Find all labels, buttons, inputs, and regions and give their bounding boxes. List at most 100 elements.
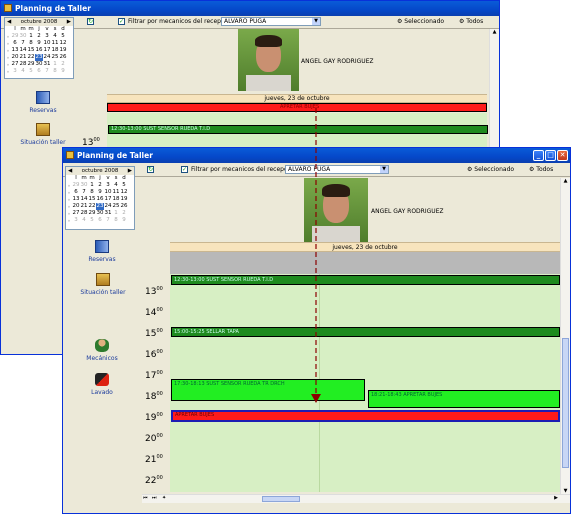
calendar-day[interactable]: 19 xyxy=(59,47,67,54)
calendar-day[interactable]: 12 xyxy=(120,189,128,196)
back-sidebar-reservas[interactable]: Reservas xyxy=(23,91,63,114)
calendar-day[interactable]: 8 xyxy=(112,217,120,224)
calendar-day[interactable]: 24 xyxy=(104,203,112,210)
front-event-sust-sensor-tr[interactable]: 17:30-18:13 SUST SENSOR RUEDA TR DRCH xyxy=(171,379,365,401)
calendar-day[interactable]: 29 xyxy=(11,33,19,40)
calendar-day[interactable]: 2 xyxy=(35,33,43,40)
calendar-day[interactable]: 30 xyxy=(96,210,104,217)
calendar-day[interactable]: 25 xyxy=(112,203,120,210)
calendar-day[interactable]: 1 xyxy=(27,33,35,40)
front-event-apretar-green[interactable]: 18:21-18:43 APRETAR BUJES xyxy=(368,390,560,408)
calendar-day[interactable]: 25 xyxy=(51,54,59,61)
front-filter-select[interactable]: ALVARO PUGA ▼ xyxy=(285,165,389,174)
calendar-day[interactable]: 7 xyxy=(19,40,27,47)
calendar-day[interactable]: 14 xyxy=(19,47,27,54)
calendar-day[interactable]: 5 xyxy=(88,217,96,224)
back-calendar[interactable]: ◀ octubre 2008 ▶ lmmjvsd » 29 30 1 2 3 4 5 » 6 7 8… xyxy=(4,17,74,79)
front-calendar-grid[interactable]: lmmjvsd » 29 30 1 2 3 4 5 » 6 7 8 9 10 11 12 » 13 14 15 16… xyxy=(66,175,134,224)
calendar-day[interactable]: 17 xyxy=(43,47,51,54)
calendar-day-selected[interactable]: 23 xyxy=(96,203,104,210)
back-event-sust-sensor[interactable]: 12:30-13:00 SUST SENSOR RUEDA T.I.D xyxy=(108,125,488,134)
scroll-right-icon[interactable]: ▶ xyxy=(554,495,558,501)
calendar-day[interactable]: 3 xyxy=(72,217,80,224)
calendar-day[interactable]: 29 xyxy=(88,210,96,217)
calendar-day[interactable]: 22 xyxy=(88,203,96,210)
front-all-button[interactable]: ⚙ Todos xyxy=(529,166,553,173)
first-page-icon[interactable]: ⏮ xyxy=(143,495,148,501)
next-month-icon[interactable]: ▶ xyxy=(128,167,132,175)
calendar-day[interactable]: 2 xyxy=(120,210,128,217)
calendar-day[interactable]: 8 xyxy=(27,40,35,47)
hscroll-thumb[interactable] xyxy=(262,496,300,502)
calendar-day[interactable]: 4 xyxy=(19,68,27,75)
calendar-day[interactable]: 8 xyxy=(51,68,59,75)
calendar-day[interactable]: 17 xyxy=(104,196,112,203)
refresh-icon[interactable]: ↻ xyxy=(147,166,154,173)
calendar-day[interactable]: 30 xyxy=(35,61,43,68)
calendar-day[interactable]: 4 xyxy=(80,217,88,224)
calendar-day[interactable]: 20 xyxy=(72,203,80,210)
vscroll-thumb[interactable] xyxy=(562,338,569,468)
calendar-day[interactable]: 30 xyxy=(80,182,88,189)
calendar-day[interactable]: 13 xyxy=(11,47,19,54)
calendar-day[interactable]: 9 xyxy=(59,68,67,75)
calendar-day[interactable]: 29 xyxy=(27,61,35,68)
calendar-day[interactable]: 7 xyxy=(80,189,88,196)
calendar-day[interactable]: 26 xyxy=(59,54,67,61)
calendar-day[interactable]: 10 xyxy=(43,40,51,47)
calendar-day[interactable]: 28 xyxy=(80,210,88,217)
front-selected-button[interactable]: ⚙ Seleccionado xyxy=(467,166,514,173)
minimize-button[interactable]: _ xyxy=(533,150,544,161)
calendar-day[interactable]: 22 xyxy=(27,54,35,61)
front-vscrollbar[interactable]: ▲ ▼ xyxy=(560,178,570,494)
maximize-button[interactable]: □ xyxy=(545,150,556,161)
calendar-day[interactable]: 12 xyxy=(59,40,67,47)
calendar-day[interactable]: 11 xyxy=(112,189,120,196)
back-filter-checkbox[interactable]: ✓ xyxy=(118,18,125,25)
calendar-day[interactable]: 7 xyxy=(104,217,112,224)
calendar-day[interactable]: 24 xyxy=(43,54,51,61)
calendar-day[interactable]: 6 xyxy=(72,189,80,196)
calendar-day[interactable]: 26 xyxy=(120,203,128,210)
prev-page-icon[interactable]: ⏭ xyxy=(152,495,157,501)
back-filter-select[interactable]: ALVARO PUGA ▼ xyxy=(221,17,321,26)
calendar-day[interactable]: 2 xyxy=(59,61,67,68)
calendar-day[interactable]: 9 xyxy=(96,189,104,196)
back-all-button[interactable]: ⚙ Todos xyxy=(459,18,483,25)
calendar-day[interactable]: 16 xyxy=(96,196,104,203)
calendar-day[interactable]: 21 xyxy=(19,54,27,61)
front-filter-checkbox[interactable]: ✓ xyxy=(181,166,188,173)
calendar-day[interactable]: 28 xyxy=(19,61,27,68)
calendar-day[interactable]: 15 xyxy=(88,196,96,203)
front-sidebar-situacion[interactable]: Situación taller xyxy=(75,273,131,296)
back-event-apretar-red[interactable]: APRETAR BUJES xyxy=(107,103,487,112)
back-selected-button[interactable]: ⚙ Seleccionado xyxy=(397,18,444,25)
back-sidebar-situacion[interactable]: Situación taller xyxy=(15,123,71,146)
calendar-day[interactable]: 15 xyxy=(27,47,35,54)
add-icon[interactable]: ✦ xyxy=(162,495,166,501)
front-hscrollbar[interactable]: ⏮ ⏭ ✦ ▶ xyxy=(142,494,570,503)
calendar-day[interactable]: 21 xyxy=(80,203,88,210)
calendar-day[interactable]: 31 xyxy=(43,61,51,68)
calendar-day[interactable]: 11 xyxy=(51,40,59,47)
calendar-day[interactable]: 4 xyxy=(112,182,120,189)
calendar-day[interactable]: 9 xyxy=(120,217,128,224)
calendar-day[interactable]: 3 xyxy=(43,33,51,40)
calendar-day[interactable]: 5 xyxy=(27,68,35,75)
calendar-day[interactable]: 13 xyxy=(72,196,80,203)
refresh-icon[interactable]: ↻ xyxy=(87,18,94,25)
calendar-day[interactable]: 9 xyxy=(35,40,43,47)
front-calendar[interactable]: ◀ octubre 2008 ▶ lmmjvsd » 29 30 1 2 3 4 5 » 6 7 8… xyxy=(65,166,135,230)
calendar-day[interactable]: 1 xyxy=(112,210,120,217)
front-sidebar-mecanicos[interactable]: Mecánicos xyxy=(81,339,123,362)
calendar-day[interactable]: 27 xyxy=(11,61,19,68)
calendar-day[interactable]: 6 xyxy=(35,68,43,75)
calendar-day[interactable]: 6 xyxy=(11,40,19,47)
scroll-up-icon[interactable]: ▲ xyxy=(490,29,499,35)
calendar-day[interactable]: 31 xyxy=(104,210,112,217)
calendar-day[interactable]: 1 xyxy=(51,61,59,68)
calendar-day[interactable]: 29 xyxy=(72,182,80,189)
calendar-day[interactable]: 6 xyxy=(96,217,104,224)
calendar-day[interactable]: 7 xyxy=(43,68,51,75)
calendar-day[interactable]: 16 xyxy=(35,47,43,54)
